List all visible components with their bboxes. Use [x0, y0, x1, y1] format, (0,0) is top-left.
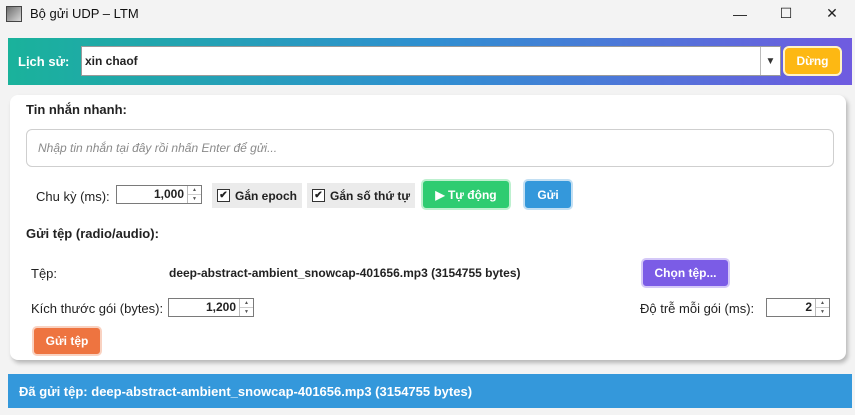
sequence-checkbox[interactable]: ✔ Gắn số thứ tự [307, 183, 416, 208]
choose-file-button[interactable]: Chọn tệp... [641, 258, 730, 288]
history-combobox[interactable]: xin chaof ▼ [81, 46, 781, 76]
packet-size-stepper[interactable]: ▲ ▼ [239, 299, 253, 316]
send-button[interactable]: Gửi [523, 179, 573, 210]
delay-stepper[interactable]: ▲ ▼ [815, 299, 829, 316]
app-icon [6, 5, 22, 22]
epoch-label: Gắn epoch [235, 188, 298, 203]
epoch-checkbox[interactable]: ✔ Gắn epoch [212, 183, 303, 208]
window-title: Bộ gửi UDP – LTM [30, 6, 139, 21]
packet-size-label: Kích thước gói (bytes): [31, 301, 164, 316]
stop-button[interactable]: Dừng [783, 46, 842, 76]
delay-spinner[interactable]: 2 ▲ ▼ [766, 298, 830, 317]
spin-up-icon[interactable]: ▲ [240, 299, 253, 307]
spin-down-icon[interactable]: ▼ [816, 307, 829, 316]
period-label: Chu kỳ (ms): [36, 189, 110, 204]
maximize-button[interactable]: ☐ [763, 0, 809, 27]
spin-up-icon[interactable]: ▲ [188, 186, 201, 194]
checkmark-icon[interactable]: ✔ [312, 189, 325, 202]
quick-message-input[interactable]: Nhập tin nhắn tại đây rồi nhấn Enter để … [26, 129, 834, 167]
quick-message-placeholder: Nhập tin nhắn tại đây rồi nhấn Enter để … [38, 141, 278, 155]
file-label: Tệp: [31, 266, 58, 281]
main-panel: Tin nhắn nhanh: Nhập tin nhắn tại đây rồ… [10, 95, 846, 360]
delay-value[interactable]: 2 [767, 299, 815, 316]
period-stepper[interactable]: ▲ ▼ [187, 186, 201, 203]
quick-message-title: Tin nhắn nhanh: [26, 102, 127, 117]
spin-down-icon[interactable]: ▼ [240, 307, 253, 316]
period-spinner[interactable]: 1,000 ▲ ▼ [116, 185, 202, 204]
packet-size-value[interactable]: 1,200 [169, 299, 239, 316]
chevron-down-icon[interactable]: ▼ [760, 47, 780, 75]
period-value[interactable]: 1,000 [117, 186, 187, 203]
spin-up-icon[interactable]: ▲ [816, 299, 829, 307]
status-bar: Đã gửi tệp: deep-abstract-ambient_snowca… [8, 374, 852, 408]
checkmark-icon[interactable]: ✔ [217, 189, 230, 202]
spin-down-icon[interactable]: ▼ [188, 194, 201, 203]
close-button[interactable]: ✕ [809, 0, 855, 27]
send-file-title: Gửi tệp (radio/audio): [26, 226, 159, 241]
sequence-label: Gắn số thứ tự [330, 188, 411, 203]
history-bar: Lịch sử: xin chaof ▼ Dừng [8, 38, 852, 85]
minimize-button[interactable]: — [717, 0, 763, 27]
packet-size-spinner[interactable]: 1,200 ▲ ▼ [168, 298, 254, 317]
window-controls: — ☐ ✕ [717, 0, 855, 27]
delay-label: Độ trễ mỗi gói (ms): [640, 301, 755, 316]
file-name: deep-abstract-ambient_snowcap-401656.mp3… [169, 266, 521, 280]
auto-send-button[interactable]: ▶ Tự động [421, 179, 511, 210]
title-bar: Bộ gửi UDP – LTM — ☐ ✕ [0, 0, 855, 27]
status-text: Đã gửi tệp: deep-abstract-ambient_snowca… [19, 383, 473, 399]
history-label: Lịch sử: [18, 54, 70, 69]
send-file-button[interactable]: Gửi tệp [32, 326, 102, 356]
history-value[interactable]: xin chaof [82, 54, 760, 68]
